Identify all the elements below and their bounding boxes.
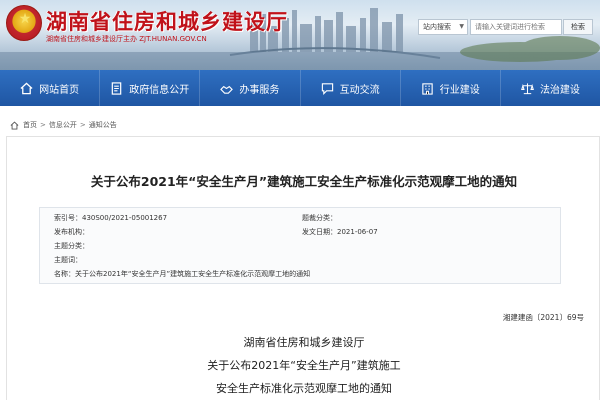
- nav-item-law[interactable]: 法治建设: [501, 70, 600, 106]
- home-icon: [10, 120, 19, 130]
- meta-keywords-label: 主题词：: [54, 256, 82, 264]
- nav-item-label: 网站首页: [39, 84, 80, 96]
- body-line-title-2: 安全生产标准化示范观摩工地的通知: [216, 382, 392, 395]
- nav-item-services[interactable]: 办事服务: [200, 70, 301, 106]
- nav-item-label: 互动交流: [339, 84, 380, 96]
- meta-topic-label: 主题分类：: [54, 242, 89, 250]
- meta-keywords: 主题词：: [54, 255, 82, 265]
- search-scope-label: 站内搜索: [423, 23, 451, 31]
- breadcrumb: 首页 > 信息公开 > 通知公告: [10, 120, 117, 130]
- meta-publisher-label: 发布机构：: [54, 228, 89, 236]
- meta-topic: 主题分类：: [54, 241, 89, 251]
- search-button[interactable]: 检索: [563, 19, 593, 35]
- breadcrumb-link-notices[interactable]: 通知公告: [89, 120, 117, 130]
- chevron-down-icon: ▼: [459, 23, 464, 30]
- national-emblem-logo: ★: [6, 5, 42, 41]
- article-title: 关于公布2021年“安全生产月”建筑施工安全生产标准化示范观摩工地的通知: [90, 174, 518, 189]
- breadcrumb-link-home[interactable]: 首页: [23, 120, 37, 130]
- meta-index-value: 430S00/2021-05001267: [82, 214, 168, 222]
- breadcrumb-separator: >: [79, 121, 86, 129]
- nav-item-gov-info[interactable]: 政府信息公开: [100, 70, 201, 106]
- nav-item-label: 办事服务: [239, 84, 280, 96]
- meta-name: 名称：关于公布2021年“安全生产月”建筑施工安全生产标准化示范观摩工地的通知: [54, 269, 310, 279]
- meta-index-label: 索引号：: [54, 214, 82, 222]
- site-title: 湖南省住房和城乡建设厅: [46, 10, 288, 34]
- meta-subject-label: 题裁分类：: [302, 214, 337, 222]
- search-input[interactable]: [470, 19, 562, 35]
- body-line-title-1: 关于公布2021年“安全生产月”建筑施工: [207, 359, 401, 372]
- nav-item-label: 法治建设: [539, 84, 580, 96]
- nav-item-home[interactable]: 网站首页: [0, 70, 101, 106]
- meta-date-label: 发文日期：: [302, 228, 337, 236]
- meta-date: 发文日期：2021-06-07: [302, 227, 378, 237]
- meta-index: 索引号：430S00/2021-05001267: [54, 213, 167, 223]
- document-icon: [110, 81, 123, 95]
- star-icon: ★: [18, 11, 32, 27]
- meta-publisher: 发布机构：: [54, 227, 89, 237]
- nav-item-interaction[interactable]: 互动交流: [301, 70, 401, 106]
- site-header: ★ 湖南省住房和城乡建设厅 湖南省住房和城乡建设厅主办 ZJT.HUNAN.GO…: [0, 0, 600, 70]
- document-number: 湘建建函〔2021〕69号: [502, 313, 584, 322]
- search-scope-select[interactable]: 站内搜索 ▼: [418, 19, 468, 35]
- law-icon: [520, 82, 534, 95]
- meta-subject: 题裁分类：: [302, 213, 337, 223]
- meta-date-value: 2021-06-07: [337, 228, 378, 236]
- breadcrumb-link-info[interactable]: 信息公开: [49, 120, 77, 130]
- home-icon: [20, 82, 33, 95]
- handshake-icon: [220, 82, 234, 95]
- site-subtitle: 湖南省住房和城乡建设厅主办 ZJT.HUNAN.GOV.CN: [46, 35, 207, 43]
- nav-item-label: 政府信息公开: [129, 84, 190, 96]
- body-line-issuer: 湖南省住房和城乡建设厅: [243, 336, 365, 349]
- metadata-table: 索引号：430S00/2021-05001267 题裁分类： 发布机构： 发文日…: [39, 207, 561, 284]
- chat-icon: [321, 82, 334, 95]
- meta-name-value: 关于公布2021年“安全生产月”建筑施工安全生产标准化示范观摩工地的通知: [75, 270, 311, 278]
- main-nav: 网站首页 政府信息公开 办事服务 互动交流 行业建设 法治建设: [0, 70, 600, 106]
- building-icon: [421, 82, 434, 95]
- meta-name-label: 名称：: [54, 270, 75, 278]
- article-panel: 关于公布2021年“安全生产月”建筑施工安全生产标准化示范观摩工地的通知 索引号…: [6, 136, 600, 400]
- nav-item-industry[interactable]: 行业建设: [401, 70, 501, 106]
- nav-item-label: 行业建设: [439, 84, 480, 96]
- breadcrumb-separator: >: [40, 121, 46, 129]
